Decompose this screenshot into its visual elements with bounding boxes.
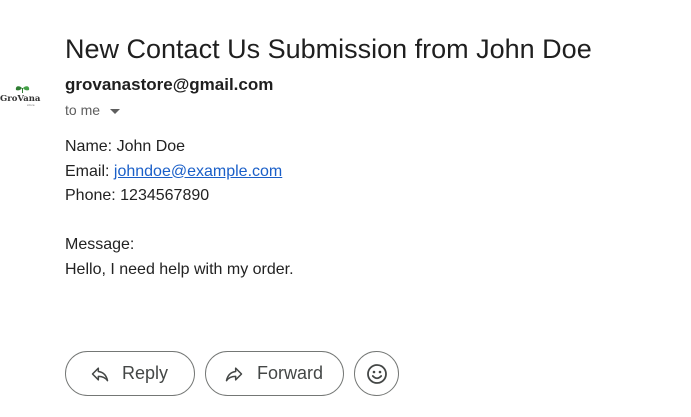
reply-button[interactable]: Reply [65, 351, 195, 396]
grovana-logo-icon: GroVana store [0, 86, 41, 107]
reply-icon [90, 364, 110, 384]
emoji-reaction-button[interactable] [354, 351, 399, 396]
body-name-line: Name: John Doe [65, 138, 186, 155]
body-message-text: Hello, I need help with my order. [65, 260, 294, 278]
email-body: Name: John Doe Email: johndoe@example.co… [65, 135, 294, 282]
body-phone-line: Phone: 1234567890 [65, 187, 210, 204]
forward-icon [223, 364, 245, 384]
body-email-line: Email: johndoe@example.com [65, 160, 294, 185]
recipients-dropdown[interactable]: to me [65, 100, 121, 120]
forward-button[interactable]: Forward [205, 351, 344, 396]
emoji-reaction-icon [366, 363, 387, 384]
sender-email: grovanastore@gmail.com [65, 75, 274, 94]
caret-down-icon[interactable] [110, 108, 121, 114]
reply-label: Reply [122, 363, 169, 383]
forward-label: Forward [257, 363, 324, 383]
email-subject: New Contact Us Submission from John Doe [65, 34, 592, 65]
email-view: New Contact Us Submission from John Doe … [0, 0, 691, 417]
body-email-prefix: Email: [65, 162, 114, 180]
body-email-link[interactable]: johndoe@example.com [114, 163, 282, 180]
body-message-label: Message: [65, 236, 135, 253]
svg-text:store: store [27, 103, 35, 107]
action-bar: Reply Forward [65, 351, 399, 396]
sender-avatar[interactable]: GroVana store [0, 84, 44, 112]
recipients-label: to me [65, 102, 101, 118]
logo-text: GroVana [0, 94, 41, 104]
